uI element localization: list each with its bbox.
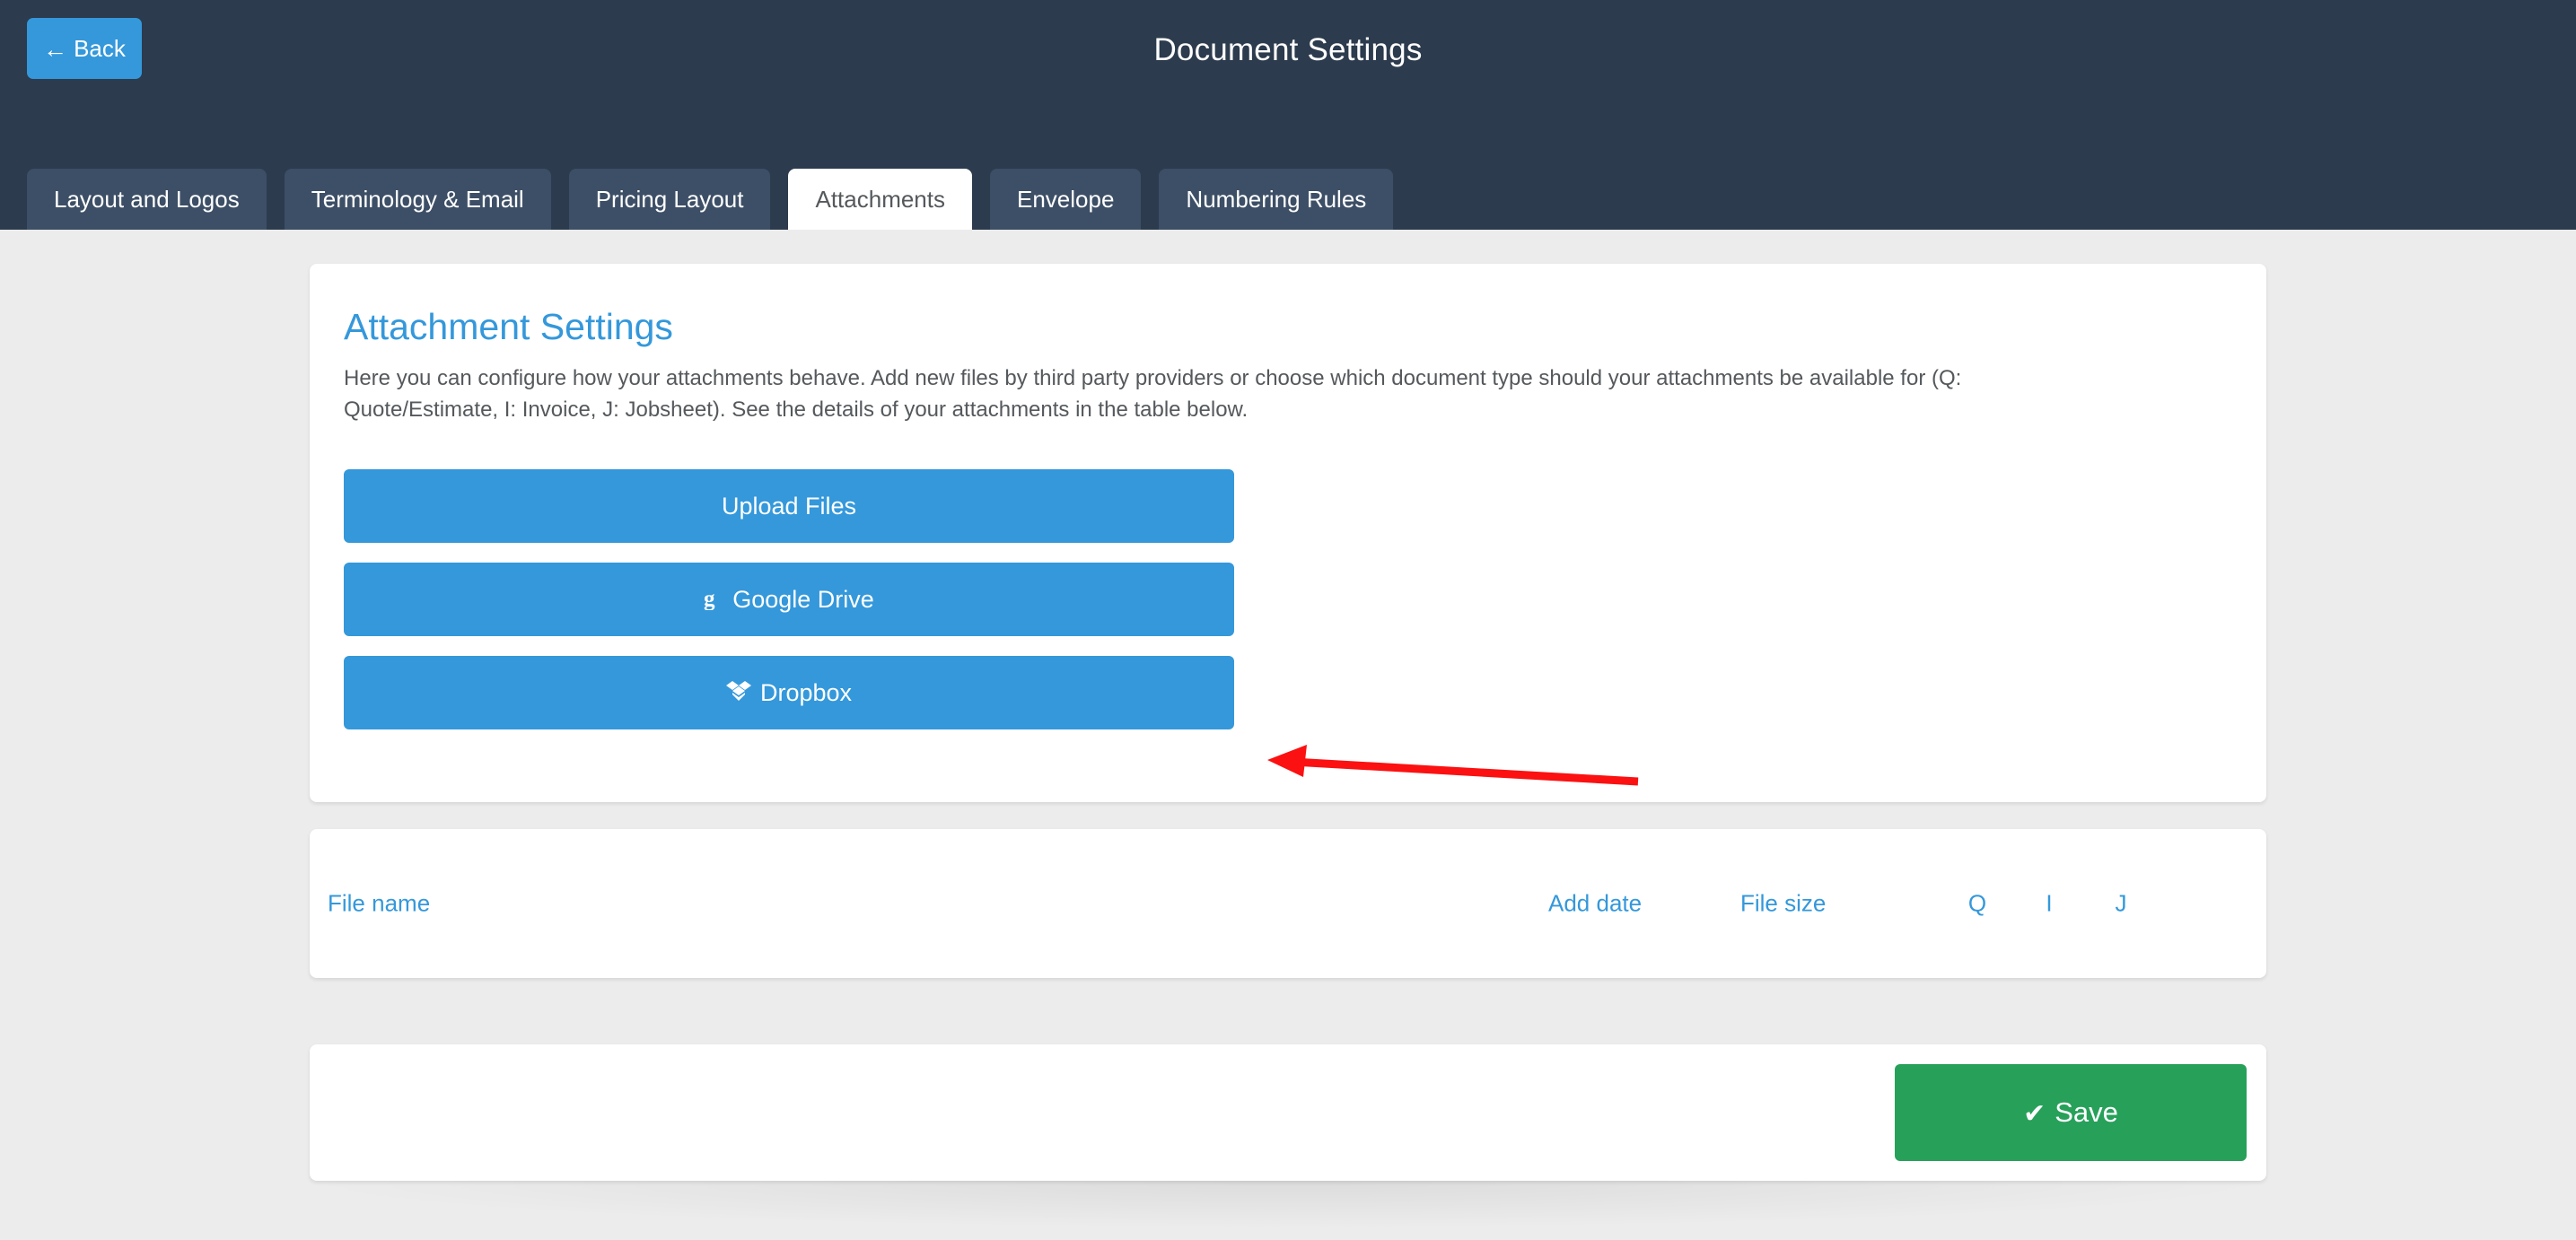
dropbox-button[interactable]: Dropbox xyxy=(344,655,1234,732)
google-drive-button[interactable]: g Google Drive xyxy=(344,562,1234,639)
table-header-row: File name Add date File size Q I J xyxy=(310,829,2266,978)
tab-envelope[interactable]: Envelope xyxy=(990,169,1142,230)
page-bottom-shadow xyxy=(310,1181,2266,1227)
tab-terminology-and-email[interactable]: Terminology & Email xyxy=(284,169,551,230)
tab-pricing-layout[interactable]: Pricing Layout xyxy=(568,169,771,230)
check-icon: ✔ xyxy=(2023,1099,2046,1129)
attachment-settings-card: Attachment Settings Here you can configu… xyxy=(310,264,2266,802)
page-title: Document Settings xyxy=(1153,32,1423,67)
save-button-label: Save xyxy=(2055,1096,2118,1128)
tab-bar: Layout and Logos Terminology & Email Pri… xyxy=(0,162,2576,230)
tab-list: Layout and Logos Terminology & Email Pri… xyxy=(27,169,1394,230)
app-header: ← Back Document Settings xyxy=(0,0,2576,162)
dropbox-icon xyxy=(725,659,751,732)
svg-text:g: g xyxy=(704,587,715,610)
google-drive-label: Google Drive xyxy=(732,585,874,613)
save-card: ✔ Save xyxy=(310,1044,2266,1181)
card-description: Here you can configure how your attachme… xyxy=(344,366,1962,422)
column-header-add-date[interactable]: Add date xyxy=(1548,890,1642,918)
column-header-i[interactable]: I xyxy=(2036,890,2063,918)
main-content: Attachment Settings Here you can configu… xyxy=(0,230,2576,1240)
google-drive-icon: g xyxy=(704,565,723,639)
tab-layout-and-logos[interactable]: Layout and Logos xyxy=(27,169,267,230)
column-header-q[interactable]: Q xyxy=(1964,890,1991,918)
upload-files-label: Upload Files xyxy=(721,492,857,520)
upload-files-button[interactable]: Upload Files xyxy=(344,468,1234,543)
save-button[interactable]: ✔ Save xyxy=(1895,1064,2247,1161)
tab-attachments[interactable]: Attachments xyxy=(788,169,972,230)
column-header-j[interactable]: J xyxy=(2107,890,2134,918)
card-title: Attachment Settings xyxy=(344,306,673,347)
attachments-table-card: File name Add date File size Q I J xyxy=(310,829,2266,978)
column-header-file-size[interactable]: File size xyxy=(1740,890,1826,918)
dropbox-label: Dropbox xyxy=(759,678,853,706)
column-header-file-name[interactable]: File name xyxy=(328,890,430,918)
tab-numbering-rules[interactable]: Numbering Rules xyxy=(1159,169,1394,230)
provider-button-group: Upload Files g Google Drive Dropbox xyxy=(344,468,1234,732)
